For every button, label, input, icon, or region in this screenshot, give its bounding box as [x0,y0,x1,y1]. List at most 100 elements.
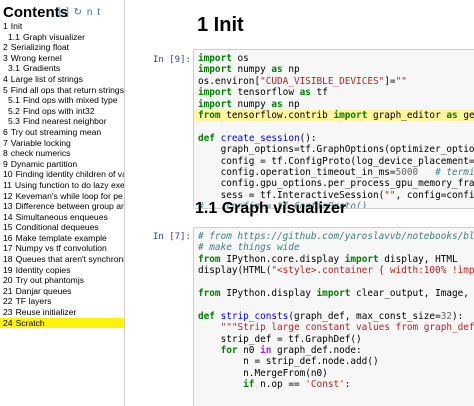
toc-item-label: Difference between group an [15,201,124,212]
code-line: import numpy as np [198,64,300,76]
toc-item[interactable]: 1.1 Graph visualizer [0,32,124,43]
toc-item[interactable]: 20 Try out phantomjs [0,275,124,286]
toc-item-label: Variable locking [10,137,71,148]
toc-item-number: 18 [3,254,13,265]
code-line: if n.op == 'Const': [243,379,351,391]
toc-item-number: 21 [3,285,13,296]
notebook-area: 1 Init In [9]: import os import numpy as … [125,0,474,406]
toc-item[interactable]: 8 check numerics [0,148,124,159]
toc-item[interactable]: 12 Keveman's while loop for pe [0,191,124,202]
toc-item[interactable]: 11 Using function to do lazy exe [0,180,124,191]
toc-item-label: Scratch [15,317,45,328]
toc-item-number: 22 [3,296,13,307]
toc-sidebar: Contents [-] ↻ n t 1 Init 1.1 Graph visuali… [0,0,124,406]
toc-collapse-button[interactable]: [-] [58,7,70,18]
toc-item-label: Find nearest neighbor [22,116,107,127]
toc-item[interactable]: 3 Wrong kernel [0,53,124,64]
toc-item-number: 24 [3,317,13,328]
toc-item[interactable]: 9 Dynamic partition [0,159,124,170]
toc-item-number: 1.1 [8,31,20,42]
code-cell-graph-visualizer[interactable]: # from https://github.com/yaroslavvb/not… [193,227,474,406]
toc-item[interactable]: 2 Serializing float [0,42,124,53]
toc-controls: [-] ↻ n t [58,7,101,18]
toc-item-label: Init [10,21,23,31]
toc-item-number: 5.3 [8,116,20,127]
toc-refresh-icon[interactable]: ↻ [74,7,83,18]
code-line: graph_options=tf.GraphOptions(optimizer_… [198,144,474,156]
toc-item[interactable]: 18 Queues that aren't synchroni [0,254,124,265]
toc-item-number: 15 [3,222,13,233]
toc-item-number: 5 [3,84,8,95]
toc-item-label: Find ops with int32 [22,105,95,116]
code-cell-init[interactable]: import os import numpy as np os.environ["C… [193,49,474,209]
toc-item-label: Dynamic partition [10,158,78,169]
code-line: import os [198,53,249,64]
toc-item[interactable]: 14 Simultaneous enqueues [0,212,124,223]
toc-item-label: Keveman's while loop for pe [15,190,123,201]
code-line: n.MergeFrom(n0) [198,367,328,379]
toc-item-number: 2 [3,42,8,53]
code-line: from IPython.core.display import display… [198,253,458,265]
toc-item-label: Find all ops that return strings [10,84,124,95]
toc-item[interactable]: 4 Large list of strings [0,74,124,85]
toc-item[interactable]: 23 Reuse initializer [0,307,124,318]
toc-item-number: 7 [3,137,8,148]
toc-item-number: 10 [3,169,13,180]
toc-item-number: 8 [3,148,8,159]
toc-item-label: check numerics [10,148,71,159]
code-line: from tensorflow.contrib import graph_edi… [194,109,474,122]
code-line: import numpy as np [198,98,300,110]
toc-item[interactable]: 22 TF layers [0,296,124,307]
toc-item[interactable]: 15 Conditional dequeues [0,222,124,233]
toc-item[interactable]: 21 Danjar queues [0,286,124,297]
toc-item-label: Graph visualizer [22,31,86,42]
toc-item-number: 17 [3,243,13,254]
toc-item[interactable]: 17 Numpy vs tf convolution [0,243,124,254]
toc-item-number: 12 [3,190,13,201]
code-line: display(HTML("<style>.container { width:… [198,265,474,277]
code-line: config = tf.ConfigProto(log_device_place… [198,155,474,167]
toc-item[interactable]: 16 Make template example [0,233,124,244]
toc-number-toggle[interactable]: n [87,7,94,18]
toc-item-number: 9 [3,158,8,169]
toc-item[interactable]: 5.3 Find nearest neighbor [0,116,124,127]
toc-item-label: Using function to do lazy exe [14,179,124,190]
code-line: n = strip_def.node.add() [198,356,379,368]
toc-item-number: 1 [3,21,8,31]
toc-item-label: Serializing float [10,42,70,53]
toc-item[interactable]: 6 Try out streaming mean [0,127,124,138]
toc-item[interactable]: 13 Difference between group an [0,201,124,212]
code-line: def create_session(): [198,132,317,144]
toc-top-button[interactable]: t [97,7,101,18]
toc-item-number: 3.1 [8,63,20,74]
toc-item-number: 14 [3,211,13,222]
toc-item[interactable]: 10 Finding identity children of va [0,169,124,180]
toc-item-label: TF layers [15,296,52,307]
toc-item[interactable]: 19 Identity copies [0,265,124,276]
code-line: # make things wide [198,242,300,254]
toc-item[interactable]: 24 Scratch [0,317,124,329]
toc-item-number: 3 [3,52,8,63]
toc-item[interactable]: 5.2 Find ops with int32 [0,106,124,117]
toc-item-label: Finding identity children of va [15,169,124,180]
toc-item-label: Identity copies [15,264,71,275]
toc-item-label: Reuse initializer [15,307,77,318]
toc-item[interactable]: 5 Find all ops that return strings [0,85,124,96]
heading-graph-visualizer: 1.1 Graph visualizer [195,200,347,217]
code-line: import tensorflow as tf [198,87,328,99]
toc-item[interactable]: 1 Init [0,21,124,32]
toc-item-label: Simultaneous enqueues [15,211,108,222]
cell-prompt: In [7]: [153,232,191,242]
toc-item[interactable]: 7 Variable locking [0,138,124,149]
toc-item-number: 13 [3,201,13,212]
code-line: strip_def = tf.GraphDef() [198,333,362,345]
toc-item[interactable]: 3.1 Gradients [0,63,124,74]
code-line: os.environ["CUDA_VISIBLE_DEVICES"]="" [198,75,407,87]
toc-item-number: 20 [3,275,13,286]
toc-item-label: Conditional dequeues [15,222,99,233]
code-line: for n0 in graph_def.node: [220,344,362,356]
toc-item[interactable]: 5.1 Find ops with mixed type [0,95,124,106]
toc-item-label: Make template example [15,232,107,243]
